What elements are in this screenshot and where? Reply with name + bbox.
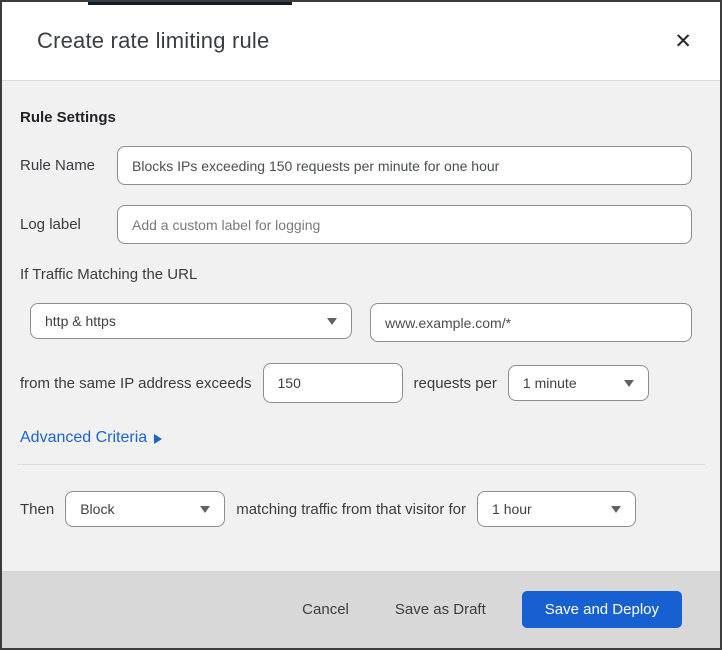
dialog-title: Create rate limiting rule [37,28,270,53]
page-behind-strip [88,2,292,5]
threshold-row: from the same IP address exceeds request… [20,363,692,403]
url-match-row: http & https [30,303,692,342]
duration-select[interactable]: 1 hour [477,491,637,527]
then-middle-text: matching traffic from that visitor for [236,500,467,518]
then-label: Then [20,500,55,518]
triangle-right-icon [154,434,163,444]
log-label-input[interactable] [117,205,692,244]
dialog-body: Rule Settings Rule Name Log label If Tra… [2,81,720,571]
chevron-down-icon [200,505,211,513]
action-select[interactable]: Block [65,491,226,527]
advanced-criteria-link[interactable]: Advanced Criteria [20,429,163,447]
dialog-header: Create rate limiting rule ✕ [2,2,720,81]
rule-settings-heading: Rule Settings [20,109,116,126]
action-select-value: Block [80,501,115,517]
period-select[interactable]: 1 minute [507,365,649,401]
rule-name-row: Rule Name [20,146,692,185]
advanced-criteria-label: Advanced Criteria [20,429,148,446]
threshold-middle-text: requests per [413,374,497,392]
save-as-draft-button[interactable]: Save as Draft [385,593,496,626]
traffic-match-heading: If Traffic Matching the URL [20,266,198,283]
period-select-value: 1 minute [522,375,577,391]
cancel-button[interactable]: Cancel [292,593,359,626]
close-icon[interactable]: ✕ [670,27,696,56]
scheme-select-value: http & https [45,313,116,329]
chevron-down-icon [327,317,337,325]
then-row: Then Block matching traffic from that vi… [20,491,692,527]
chevron-down-icon [623,379,634,387]
rule-name-label: Rule Name [20,157,96,174]
dialog-footer: Cancel Save as Draft Save and Deploy [2,571,720,648]
create-rate-limiting-rule-dialog: Create rate limiting rule ✕ Rule Setting… [0,0,722,650]
threshold-input[interactable] [262,363,403,403]
scheme-select[interactable]: http & https [30,303,352,339]
section-divider [17,464,705,465]
chevron-down-icon [611,505,622,513]
save-and-deploy-button[interactable]: Save and Deploy [521,591,682,628]
url-input[interactable] [370,303,692,342]
rule-name-input[interactable] [117,146,692,185]
log-label-label: Log label [20,216,81,233]
threshold-prefix-text: from the same IP address exceeds [20,374,252,392]
log-label-row: Log label [20,205,692,244]
duration-select-value: 1 hour [492,501,532,517]
